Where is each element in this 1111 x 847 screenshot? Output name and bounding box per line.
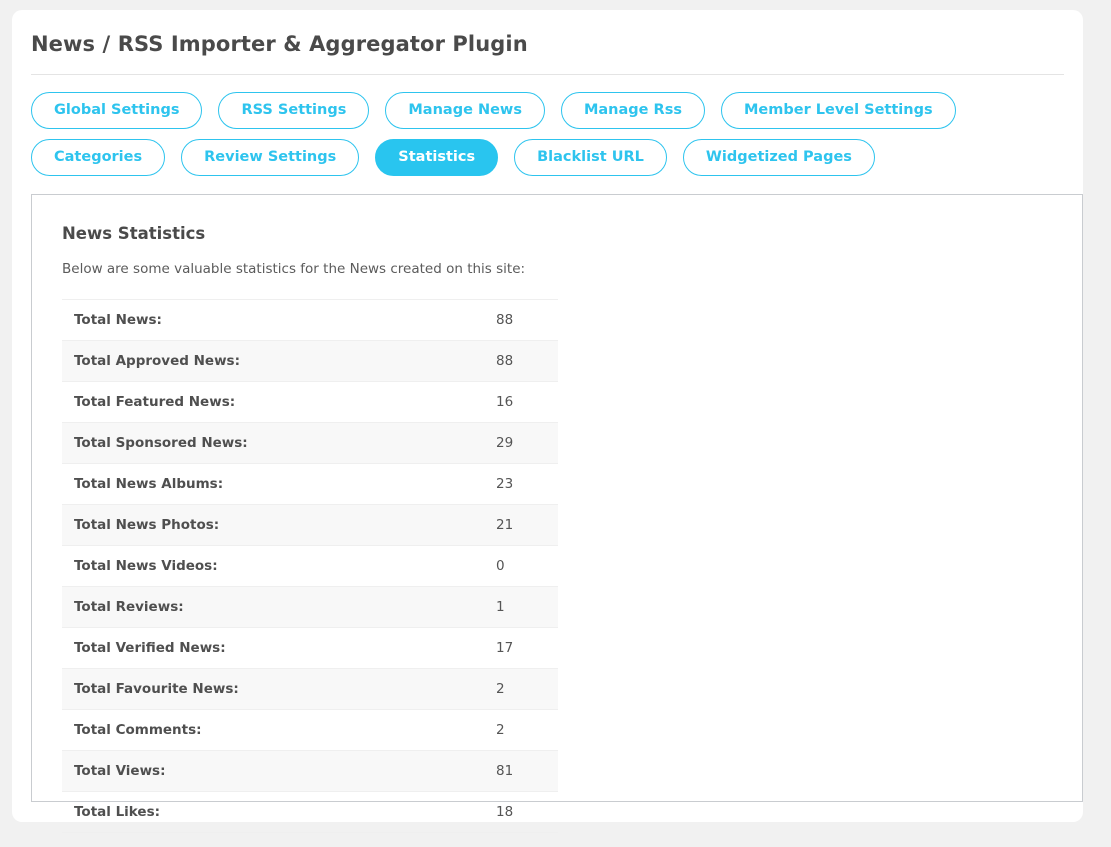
stat-label: Total Sponsored News: xyxy=(74,435,248,451)
tab-blacklist-url[interactable]: Blacklist URL xyxy=(514,139,667,176)
statistics-table-body: Total News: 88 Total Approved News: 88 Total… xyxy=(62,299,558,833)
tab-member-level-settings[interactable]: Member Level Settings xyxy=(720,92,956,129)
page-card: News / RSS Importer & Aggregator Plugin … xyxy=(12,10,1083,833)
stat-label: Total News Photos: xyxy=(74,517,220,533)
table-row: Total Likes: 18 xyxy=(62,791,558,833)
tab-manage-news[interactable]: Manage News xyxy=(385,92,545,129)
table-row: Total News Videos: 0 xyxy=(62,545,558,587)
table-row: Total Favourite News: 2 xyxy=(62,668,558,710)
table-row: Total Sponsored News: 29 xyxy=(62,422,558,464)
stat-label: Total Comments: xyxy=(74,722,202,738)
tab-global-settings[interactable]: Global Settings xyxy=(31,92,203,129)
stat-value: 23 xyxy=(496,476,514,492)
tab-statistics[interactable]: Statistics xyxy=(375,139,499,176)
stat-label: Total News Albums: xyxy=(74,476,224,492)
panel-description: Below are some valuable statistics for t… xyxy=(62,261,526,277)
statistics-panel: News Statistics Below are some valuable … xyxy=(31,194,1083,833)
stat-label: Total News Videos: xyxy=(74,558,218,574)
stat-value: 81 xyxy=(496,763,514,779)
tab-bar: Global Settings RSS Settings Manage News Ma… xyxy=(12,75,991,176)
tab-widgetized-pages[interactable]: Widgetized Pages xyxy=(682,139,875,176)
table-row: Total Views: 81 xyxy=(62,750,558,792)
table-row: Total Approved News: 88 xyxy=(62,340,558,382)
panel-heading: News Statistics xyxy=(62,224,206,243)
page-title: News / RSS Importer & Aggregator Plugin xyxy=(31,32,528,56)
stat-value: 2 xyxy=(496,722,505,738)
tab-categories[interactable]: Categories xyxy=(31,139,166,176)
stat-label: Total Approved News: xyxy=(74,353,240,369)
stat-value: 88 xyxy=(496,353,514,369)
stat-label: Total Views: xyxy=(74,763,166,779)
tab-review-settings[interactable]: Review Settings xyxy=(181,139,360,176)
stat-label: Total Likes: xyxy=(74,804,161,820)
stat-value: 29 xyxy=(496,435,514,451)
stat-value: 18 xyxy=(496,804,514,820)
table-row: Total Comments: 2 xyxy=(62,709,558,751)
stat-label: Total Reviews: xyxy=(74,599,184,615)
stat-value: 2 xyxy=(496,681,505,697)
tab-manage-rss[interactable]: Manage Rss xyxy=(560,92,705,129)
table-row: Total Featured News: 16 xyxy=(62,381,558,423)
tab-rss-settings[interactable]: RSS Settings xyxy=(218,92,370,129)
table-row: Total News: 88 xyxy=(62,299,558,341)
stat-value: 88 xyxy=(496,312,514,328)
table-row: Total News Photos: 21 xyxy=(62,504,558,546)
table-row: Total Verified News: 17 xyxy=(62,627,558,669)
stat-label: Total Featured News: xyxy=(74,394,236,410)
statistics-table: Total News: 88 Total Approved News: 88 Total… xyxy=(62,299,558,833)
stat-label: Total News: xyxy=(74,312,162,328)
stat-label: Total Verified News: xyxy=(74,640,226,656)
stat-value: 17 xyxy=(496,640,514,656)
stat-value: 21 xyxy=(496,517,514,533)
table-row: Total News Albums: 23 xyxy=(62,463,558,505)
table-row: Total Reviews: 1 xyxy=(62,586,558,628)
stat-label: Total Favourite News: xyxy=(74,681,239,697)
stat-value: 16 xyxy=(496,394,514,410)
stat-value: 0 xyxy=(496,558,505,574)
stat-value: 1 xyxy=(496,599,505,615)
